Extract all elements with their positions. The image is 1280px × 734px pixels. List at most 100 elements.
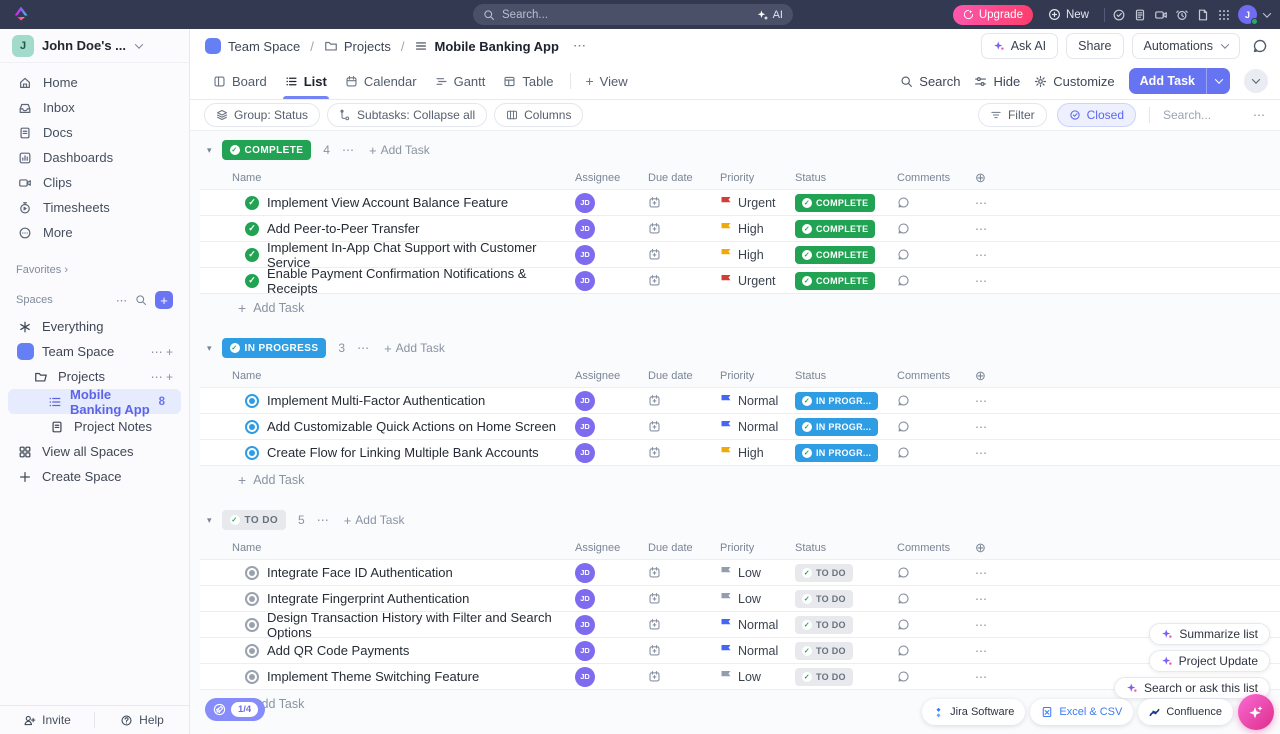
help-button[interactable]: Help bbox=[95, 706, 189, 734]
workspace-switcher[interactable]: J John Doe's ... bbox=[0, 29, 189, 63]
sidebar-nav-item[interactable]: Timesheets bbox=[8, 195, 181, 220]
group-add-task[interactable]: +Add Task bbox=[369, 143, 430, 158]
due-date-calendar-icon[interactable] bbox=[648, 222, 720, 235]
group-status-badge[interactable]: ✓ IN PROGRESS bbox=[222, 338, 327, 358]
comment-icon[interactable] bbox=[897, 566, 975, 579]
view-tab[interactable]: Gantt bbox=[426, 63, 495, 99]
row-ellipsis-icon[interactable]: ⋯ bbox=[975, 618, 988, 632]
row-ellipsis-icon[interactable]: ⋯ bbox=[975, 592, 988, 606]
comment-icon[interactable] bbox=[897, 644, 975, 657]
assignee-avatar[interactable]: JD bbox=[575, 219, 595, 239]
col-due-date[interactable]: Due date bbox=[648, 370, 720, 382]
task-status-icon[interactable] bbox=[245, 222, 259, 236]
priority-cell[interactable]: Low bbox=[720, 592, 795, 606]
col-due-date[interactable]: Due date bbox=[648, 172, 720, 184]
tree-item[interactable]: Mobile Banking App 8 bbox=[8, 389, 181, 414]
comment-icon[interactable] bbox=[897, 420, 975, 433]
task-row[interactable]: Integrate Face ID Authentication JD Low … bbox=[200, 560, 1280, 586]
upgrade-button[interactable]: Upgrade bbox=[953, 5, 1033, 25]
comment-icon[interactable] bbox=[897, 274, 975, 287]
add-task-row[interactable]: +Add Task bbox=[200, 294, 1280, 322]
col-status[interactable]: Status bbox=[795, 542, 897, 554]
task-status-badge[interactable]: ✓IN PROGR... bbox=[795, 444, 878, 462]
hide-button[interactable]: Hide bbox=[974, 74, 1020, 89]
task-status-badge[interactable]: ✓COMPLETE bbox=[795, 246, 875, 264]
priority-cell[interactable]: Normal bbox=[720, 394, 795, 408]
col-priority[interactable]: Priority bbox=[720, 370, 795, 382]
task-status-badge[interactable]: ✓TO DO bbox=[795, 642, 853, 660]
group-ellipsis-icon[interactable]: ⋯ bbox=[317, 513, 330, 527]
task-name[interactable]: Integrate Fingerprint Authentication bbox=[267, 591, 469, 606]
task-status-icon[interactable] bbox=[245, 592, 259, 606]
breadcrumb-current[interactable]: Mobile Banking App bbox=[434, 39, 558, 54]
assignee-avatar[interactable]: JD bbox=[575, 615, 595, 635]
assignee-avatar[interactable]: JD bbox=[575, 443, 595, 463]
col-status[interactable]: Status bbox=[795, 370, 897, 382]
sidebar-nav-item[interactable]: Inbox bbox=[8, 95, 181, 120]
task-status-badge[interactable]: ✓TO DO bbox=[795, 564, 853, 582]
favorites-header[interactable]: Favorites › bbox=[0, 259, 189, 281]
priority-cell[interactable]: Low bbox=[720, 566, 795, 580]
task-name[interactable]: Add Customizable Quick Actions on Home S… bbox=[267, 419, 556, 434]
comment-icon[interactable] bbox=[897, 670, 975, 683]
comment-icon[interactable] bbox=[897, 196, 975, 209]
spaces-ellipsis-icon[interactable]: ⋯ bbox=[116, 294, 127, 307]
todo-check-icon[interactable] bbox=[1112, 8, 1126, 22]
priority-cell[interactable]: Normal bbox=[720, 420, 795, 434]
task-name[interactable]: Enable Payment Confirmation Notification… bbox=[267, 266, 575, 296]
task-status-icon[interactable] bbox=[245, 196, 259, 210]
due-date-calendar-icon[interactable] bbox=[648, 446, 720, 459]
share-button[interactable]: Share bbox=[1066, 33, 1123, 59]
comment-icon[interactable] bbox=[897, 446, 975, 459]
assignee-avatar[interactable]: JD bbox=[575, 563, 595, 583]
priority-cell[interactable]: Normal bbox=[720, 618, 795, 632]
customize-button[interactable]: Customize bbox=[1034, 74, 1114, 89]
task-name[interactable]: Design Transaction History with Filter a… bbox=[267, 610, 575, 640]
tree-item[interactable]: Create Space bbox=[8, 464, 181, 489]
avatar-chevron-icon[interactable] bbox=[1263, 9, 1271, 17]
group-by-pill[interactable]: Group: Status bbox=[204, 103, 320, 127]
task-row[interactable]: Add Peer-to-Peer Transfer JD High ✓COMPL… bbox=[200, 216, 1280, 242]
ai-shortcut[interactable]: AI bbox=[757, 9, 783, 21]
assignee-avatar[interactable]: JD bbox=[575, 193, 595, 213]
task-status-icon[interactable] bbox=[245, 420, 259, 434]
view-tab[interactable]: Board bbox=[204, 63, 276, 99]
sidebar-nav-item[interactable]: Home bbox=[8, 70, 181, 95]
closed-pill[interactable]: Closed bbox=[1057, 103, 1136, 127]
collapse-caret-icon[interactable]: ▾ bbox=[207, 515, 212, 526]
col-assignee[interactable]: Assignee bbox=[575, 370, 648, 382]
task-row[interactable]: Integrate Fingerprint Authentication JD … bbox=[200, 586, 1280, 612]
col-name[interactable]: Name bbox=[200, 542, 575, 554]
tree-item[interactable]: Projects ⋯ + bbox=[8, 364, 181, 389]
task-row[interactable]: Enable Payment Confirmation Notification… bbox=[200, 268, 1280, 294]
priority-cell[interactable]: Urgent bbox=[720, 196, 795, 210]
row-ellipsis-icon[interactable]: ⋯ bbox=[975, 446, 988, 460]
task-name[interactable]: Integrate Face ID Authentication bbox=[267, 565, 453, 580]
group-add-task[interactable]: +Add Task bbox=[384, 341, 445, 356]
ai-fab-button[interactable] bbox=[1238, 694, 1274, 730]
sidebar-nav-item[interactable]: Docs bbox=[8, 120, 181, 145]
breadcrumb-folder[interactable]: Projects bbox=[344, 39, 391, 54]
task-status-badge[interactable]: ✓COMPLETE bbox=[795, 194, 875, 212]
task-status-badge[interactable]: ✓IN PROGR... bbox=[795, 418, 878, 436]
task-name[interactable]: Implement Multi-Factor Authentication bbox=[267, 393, 485, 408]
task-status-icon[interactable] bbox=[245, 446, 259, 460]
due-date-calendar-icon[interactable] bbox=[648, 274, 720, 287]
task-row[interactable]: Add Customizable Quick Actions on Home S… bbox=[200, 414, 1280, 440]
list-filter-search-input[interactable]: Search... bbox=[1163, 108, 1243, 122]
view-tab[interactable]: List bbox=[276, 63, 336, 99]
task-row[interactable]: Create Flow for Linking Multiple Bank Ac… bbox=[200, 440, 1280, 466]
row-ellipsis-icon[interactable]: ⋯ bbox=[975, 222, 988, 236]
breadcrumb-ellipsis-icon[interactable]: ⋯ bbox=[573, 38, 587, 54]
row-ellipsis-icon[interactable]: ⋯ bbox=[975, 248, 988, 262]
due-date-calendar-icon[interactable] bbox=[648, 394, 720, 407]
task-status-icon[interactable] bbox=[245, 248, 259, 262]
row-ellipsis-icon[interactable]: ⋯ bbox=[975, 420, 988, 434]
tree-item[interactable]: View all Spaces bbox=[8, 439, 181, 464]
excel-csv-button[interactable]: Excel & CSV bbox=[1030, 699, 1133, 725]
col-priority[interactable]: Priority bbox=[720, 172, 795, 184]
notepad-icon[interactable] bbox=[1133, 8, 1147, 22]
view-tab[interactable]: Calendar bbox=[336, 63, 426, 99]
add-space-button[interactable]: + bbox=[155, 291, 173, 309]
columns-pill[interactable]: Columns bbox=[494, 103, 583, 127]
